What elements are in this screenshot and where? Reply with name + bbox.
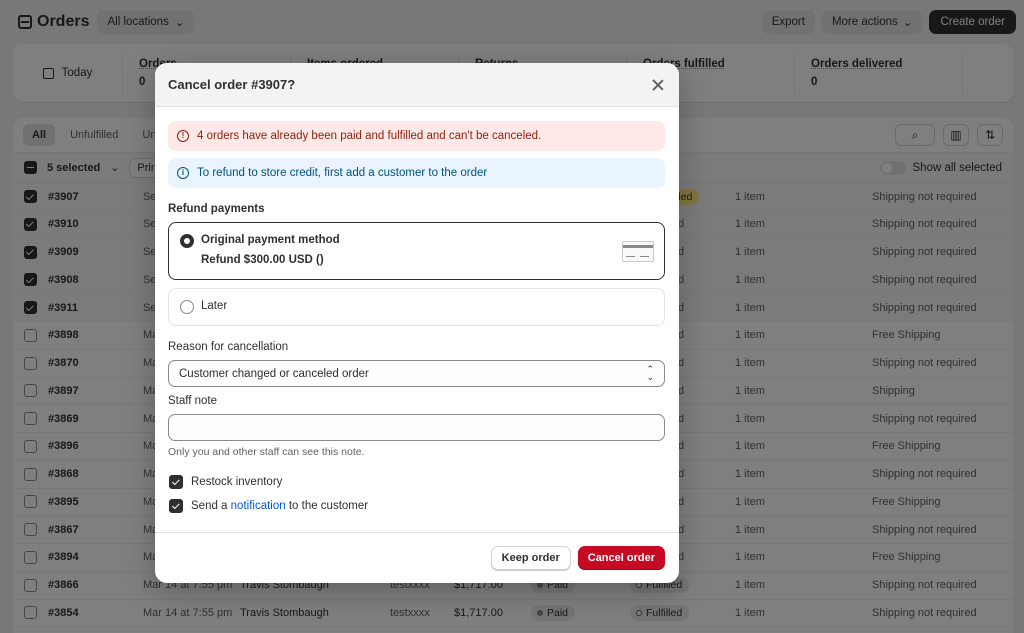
staff-note-help: Only you and other staff can see this no…	[168, 446, 365, 458]
close-icon[interactable]	[650, 77, 666, 93]
info-banner-text: To refund to store credit, first add a c…	[197, 167, 488, 179]
radio-original-selected[interactable]	[180, 234, 194, 248]
reason-value: Customer changed or canceled order	[179, 367, 369, 380]
restock-label: Restock inventory	[191, 476, 283, 488]
option-title: Later	[201, 300, 228, 312]
notify-prefix: Send a	[191, 500, 231, 512]
keep-order-button[interactable]: Keep order	[490, 546, 571, 570]
modal-header: Cancel order #3907?	[155, 63, 679, 107]
option-subtitle: Refund $300.00 USD ()	[201, 254, 324, 266]
restock-inventory-option[interactable]: Restock inventory	[169, 475, 282, 489]
restock-checkbox[interactable]	[169, 475, 183, 489]
refund-option-original[interactable]: Original payment method Refund $300.00 U…	[168, 222, 665, 280]
alert-circle-icon: !	[177, 130, 189, 142]
modal-footer: Keep order Cancel order	[155, 532, 679, 583]
notification-checkbox[interactable]	[169, 499, 183, 513]
notify-suffix: to the customer	[285, 500, 369, 512]
info-icon: i	[177, 167, 189, 179]
option-title: Original payment method	[201, 234, 340, 246]
critical-banner: ! 4 orders have already been paid and fu…	[168, 121, 665, 151]
cancel-order-button[interactable]: Cancel order	[577, 546, 665, 570]
radio-later[interactable]	[180, 300, 194, 314]
notification-label: Send a notification to the customer	[191, 500, 368, 512]
staff-note-input[interactable]	[168, 414, 665, 441]
send-notification-option[interactable]: Send a notification to the customer	[169, 499, 368, 513]
critical-banner-text: 4 orders have already been paid and fulf…	[197, 130, 542, 142]
reason-label: Reason for cancellation	[168, 341, 289, 353]
refund-option-later[interactable]: Later	[168, 288, 665, 326]
credit-card-icon	[622, 241, 654, 262]
select-chevron-icon: ⌃ ⌄	[646, 364, 654, 382]
cancel-order-modal: Cancel order #3907? ! 4 orders have alre…	[155, 63, 679, 583]
info-banner: i To refund to store credit, first add a…	[168, 158, 665, 188]
staff-note-label: Staff note	[168, 395, 218, 407]
modal-title: Cancel order #3907?	[168, 77, 296, 92]
reason-select[interactable]: Customer changed or canceled order ⌃ ⌄	[168, 360, 665, 387]
refund-heading: Refund payments	[168, 203, 265, 215]
notification-link[interactable]: notification	[231, 500, 286, 512]
